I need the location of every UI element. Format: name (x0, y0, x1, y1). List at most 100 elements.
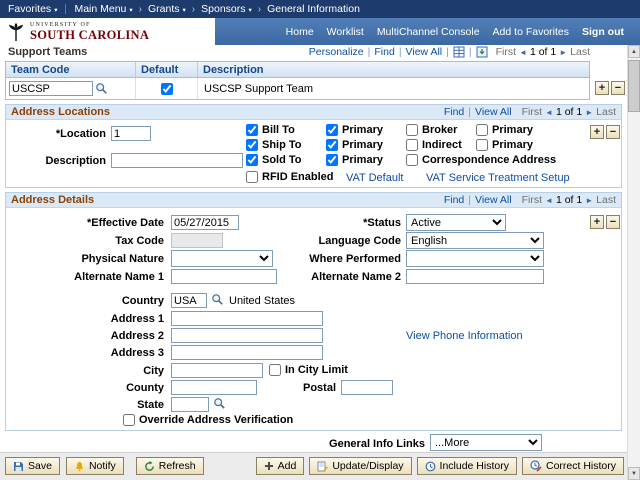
breadcrumb-sponsors[interactable]: Sponsors ▾ (201, 3, 252, 15)
broker-checkbox[interactable] (406, 124, 418, 136)
view-all-link[interactable]: View All (475, 194, 512, 206)
main-menu[interactable]: Main Menu ▾ (74, 3, 132, 15)
personalize-link[interactable]: Personalize (309, 46, 364, 58)
tax-code-label: Tax Code (115, 235, 164, 247)
view-all-link[interactable]: View All (406, 46, 443, 58)
vat-default-link[interactable]: VAT Default (346, 172, 403, 184)
sign-out-link[interactable]: Sign out (582, 26, 624, 38)
rfid-enabled-checkbox[interactable] (246, 171, 258, 183)
bill-to-field: Bill To (246, 124, 295, 136)
worklist-link[interactable]: Worklist (327, 26, 364, 38)
alternate-name2-input[interactable] (406, 269, 544, 284)
add-location-button[interactable]: + (590, 125, 604, 139)
broker-label: Broker (422, 124, 458, 136)
correct-history-button[interactable]: Correct History (521, 457, 624, 475)
notify-button[interactable]: Notify (65, 457, 124, 475)
state-lookup-icon[interactable] (213, 397, 226, 410)
general-info-links-select[interactable]: ...More (430, 434, 542, 451)
download-grid-icon[interactable] (476, 46, 488, 58)
sold-to-checkbox[interactable] (246, 154, 258, 166)
previous-row-icon[interactable]: ◄ (519, 48, 527, 57)
default-checkbox[interactable] (160, 82, 173, 95)
country-input[interactable] (171, 293, 207, 308)
broker-primary-checkbox[interactable] (476, 124, 488, 136)
sold-primary-checkbox[interactable] (326, 154, 338, 166)
county-input[interactable] (171, 380, 257, 395)
last-text: Last (596, 106, 616, 118)
indirect-field: Indirect (406, 139, 462, 151)
postal-input[interactable] (341, 380, 393, 395)
indirect-checkbox[interactable] (406, 139, 418, 151)
team-code-lookup-icon[interactable] (95, 82, 108, 95)
description-input[interactable] (111, 153, 243, 168)
sold-to-field: Sold To (246, 154, 302, 166)
city-input[interactable] (171, 363, 263, 378)
alternate-name1-label: Alternate Name 1 (74, 271, 164, 283)
correspondence-address-label: Correspondence Address (422, 154, 557, 166)
previous-page-icon[interactable]: ◄ (545, 108, 553, 117)
scroll-up-icon[interactable]: ▲ (628, 45, 640, 58)
view-all-link[interactable]: View All (475, 106, 512, 118)
home-link[interactable]: Home (286, 26, 314, 38)
address2-input[interactable] (171, 328, 323, 343)
vertical-scrollbar[interactable]: ▲ ▼ (627, 45, 640, 480)
multichannel-console-link[interactable]: MultiChannel Console (377, 26, 480, 38)
next-page-icon[interactable]: ► (585, 196, 593, 205)
delete-row-button[interactable]: − (611, 81, 625, 95)
ship-primary-checkbox[interactable] (326, 139, 338, 151)
bill-primary-checkbox[interactable] (326, 124, 338, 136)
effective-date-input[interactable] (171, 215, 239, 230)
sold-primary-label: Primary (342, 154, 383, 166)
add-to-favorites-link[interactable]: Add to Favorites (493, 26, 569, 38)
find-link[interactable]: Find (444, 194, 464, 206)
view-phone-information-link[interactable]: View Phone Information (406, 330, 523, 342)
first-text: First (495, 46, 517, 58)
save-button[interactable]: Save (5, 457, 60, 475)
correspondence-address-checkbox[interactable] (406, 154, 418, 166)
update-display-button[interactable]: Update/Display (309, 457, 412, 475)
scroll-down-icon[interactable]: ▼ (628, 467, 640, 480)
indirect-primary-checkbox[interactable] (476, 139, 488, 151)
override-address-verification-field: Override Address Verification (123, 414, 293, 426)
address3-input[interactable] (171, 345, 323, 360)
refresh-button[interactable]: Refresh (135, 457, 204, 475)
find-link[interactable]: Find (444, 106, 464, 118)
delete-address-detail-button[interactable]: − (606, 215, 620, 229)
banner: UNIVERSITY OF SOUTH CAROLINA Home Workli… (0, 18, 640, 45)
favorites-menu[interactable]: Favorites ▾ (8, 3, 57, 15)
ship-to-checkbox[interactable] (246, 139, 258, 151)
status-select[interactable]: Active (406, 214, 506, 231)
notify-bell-icon (74, 461, 85, 472)
location-input[interactable] (111, 126, 151, 141)
language-code-select[interactable]: English (406, 232, 544, 249)
palmetto-tree-icon (8, 22, 24, 41)
grid-header-row: Team Code Default Description (5, 61, 590, 78)
county-label: County (126, 382, 164, 394)
breadcrumb-separator-icon (192, 4, 195, 15)
next-page-icon[interactable]: ► (585, 108, 593, 117)
in-city-limit-checkbox[interactable] (269, 364, 281, 376)
general-info-links-label: General Info Links (329, 438, 425, 450)
ship-to-field: Ship To (246, 139, 302, 151)
country-lookup-icon[interactable] (211, 293, 224, 306)
previous-page-icon[interactable]: ◄ (545, 196, 553, 205)
scrollbar-thumb[interactable] (628, 60, 640, 112)
where-performed-select[interactable] (406, 250, 544, 267)
find-link[interactable]: Find (374, 46, 394, 58)
breadcrumb-grants[interactable]: Grants ▾ (148, 3, 186, 15)
include-history-button[interactable]: Include History (416, 457, 517, 475)
add-address-detail-button[interactable]: + (590, 215, 604, 229)
zoom-grid-icon[interactable] (453, 46, 465, 58)
state-input[interactable] (171, 397, 209, 412)
bill-to-checkbox[interactable] (246, 124, 258, 136)
add-button[interactable]: Add (255, 457, 305, 475)
team-code-input[interactable] (9, 81, 93, 96)
address1-input[interactable] (171, 311, 323, 326)
next-row-icon[interactable]: ► (559, 48, 567, 57)
delete-location-button[interactable]: − (606, 125, 620, 139)
correct-history-label: Correct History (545, 460, 616, 472)
add-row-button[interactable]: + (595, 81, 609, 95)
toolbar-separator (468, 194, 471, 206)
vat-service-treatment-setup-link[interactable]: VAT Service Treatment Setup (426, 172, 570, 184)
override-address-verification-checkbox[interactable] (123, 414, 135, 426)
